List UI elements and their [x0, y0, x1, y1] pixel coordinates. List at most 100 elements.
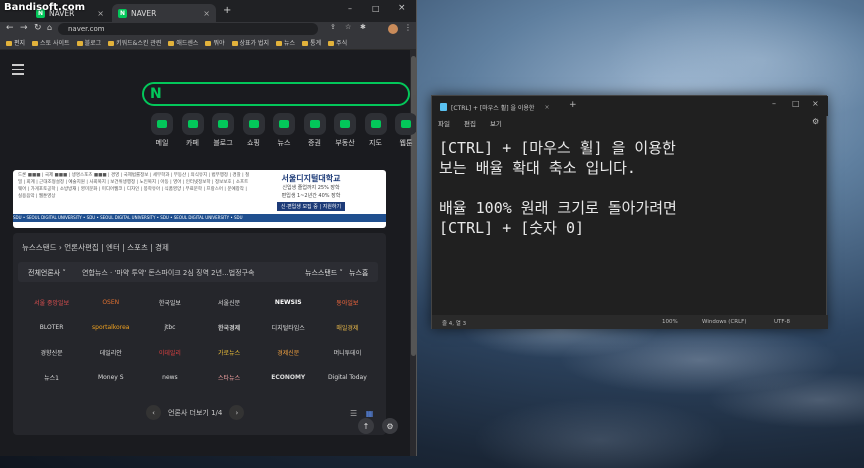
bookmark-item[interactable]: 주식 — [328, 38, 347, 47]
close-icon[interactable]: × — [203, 9, 210, 18]
ad-line-2: 편입생 1~2년간 40% 장학 — [281, 193, 341, 199]
settings-icon[interactable]: ⚙ — [812, 117, 819, 126]
press-logo[interactable]: 서울 중앙일보 — [22, 290, 81, 315]
naver-logo[interactable]: N — [150, 86, 162, 102]
menu-item[interactable]: 보기 — [490, 118, 502, 128]
star-icon[interactable]: ☆ — [345, 23, 351, 31]
press-logo[interactable]: 경향신문 — [22, 340, 81, 365]
bookmark-item[interactable]: 편지 — [6, 38, 25, 47]
home-icon[interactable]: ⌂ — [47, 23, 52, 32]
headline-link[interactable]: 연합뉴스 · '마약 투약' 돈스파이크 2심 징역 2년...법정구속 — [82, 268, 297, 278]
tab-naver-2[interactable]: N NAVER × — [112, 4, 216, 22]
press-logo[interactable]: 한국경제 — [200, 315, 259, 340]
minimize-icon[interactable]: – — [348, 4, 352, 13]
grid-view-icon[interactable]: ▦ — [366, 409, 374, 418]
service-item[interactable]: 뉴스 — [270, 113, 298, 148]
bookmark-item[interactable]: 블로그 — [77, 38, 102, 47]
service-item[interactable]: 블로그 — [209, 113, 237, 148]
press-logo[interactable]: BLOTER — [22, 315, 81, 340]
press-logo[interactable]: NEWSIS — [259, 290, 318, 315]
hamburger-menu-icon[interactable] — [12, 64, 24, 78]
ad-promo: 서울디지털대학교 신입생 졸업까지 25% 장학 편입생 1~2년간 40% 장… — [262, 173, 360, 211]
bookmark-item[interactable]: 뉴스 — [276, 38, 295, 47]
pager-label[interactable]: 언론사 더보기 1/4 — [168, 408, 222, 418]
press-logo[interactable]: 데일리안 — [81, 340, 140, 365]
bookmark-item[interactable]: 애드센스 — [168, 38, 198, 47]
press-logo[interactable]: 스타뉴스 — [200, 365, 259, 390]
new-tab-button[interactable]: + — [569, 100, 577, 110]
newshome-link[interactable]: 뉴스홈 — [349, 268, 368, 278]
menu-icon[interactable]: ⋮ — [404, 23, 412, 32]
press-logo[interactable]: Money S — [81, 365, 140, 390]
scroll-top-icon[interactable]: ↑ — [358, 418, 374, 434]
menu-item[interactable]: 편집 — [464, 118, 476, 128]
service-label: 웹툰 — [399, 139, 413, 147]
press-logo[interactable]: 매일경제 — [318, 315, 377, 340]
back-icon[interactable]: ← — [6, 23, 14, 33]
maximize-icon[interactable]: □ — [792, 99, 800, 108]
menu-item[interactable]: 파일 — [438, 118, 450, 128]
bookmark-item[interactable]: 뭐야 — [205, 38, 224, 47]
bookmark-item[interactable]: 스토 사이트 — [32, 38, 70, 47]
search-input[interactable] — [142, 82, 410, 106]
watermark: Bandisoft.com — [4, 2, 86, 13]
newsstand-dropdown[interactable]: 뉴스스탠드 ˅ — [305, 268, 343, 278]
service-item[interactable]: 웹툰 — [392, 113, 416, 148]
view-toggle: ☰ ▦ — [350, 409, 373, 418]
service-item[interactable]: 메일 — [148, 113, 176, 148]
notepad-text-area[interactable]: [CTRL] + [마우스 휠] 을 이용한 보는 배율 확대 축소 입니다. … — [439, 138, 823, 238]
line-ending: Windows (CRLF) — [702, 319, 747, 325]
close-icon[interactable]: × — [544, 104, 549, 111]
press-logo[interactable]: 머니투데이 — [318, 340, 377, 365]
service-icon — [395, 113, 416, 135]
all-press-dropdown[interactable]: 전체언론사 ˅ — [28, 268, 66, 278]
press-logo[interactable]: jtbc — [140, 315, 199, 340]
scrollbar-thumb[interactable] — [411, 56, 416, 356]
service-item[interactable]: 부동산 — [331, 113, 359, 148]
service-item[interactable]: 증권 — [301, 113, 329, 148]
address-bar[interactable]: naver.com — [58, 23, 318, 35]
bookmark-item[interactable]: 키워드&스킨 관련 — [108, 38, 161, 47]
close-window-icon[interactable]: × — [398, 3, 406, 13]
minimize-icon[interactable]: – — [772, 99, 776, 108]
reload-icon[interactable]: ↻ — [34, 23, 42, 33]
service-label: 증권 — [308, 139, 321, 147]
press-logo[interactable]: 뉴스1 — [22, 365, 81, 390]
settings-icon[interactable]: ⚙ — [382, 418, 398, 434]
press-logo[interactable]: ECONOMY — [259, 365, 318, 390]
service-item[interactable]: 지도 — [362, 113, 390, 148]
press-logo[interactable]: 디지털타임스 — [259, 315, 318, 340]
bookmark-item[interactable]: 통계 — [302, 38, 321, 47]
cursor-position: 줄 4, 열 3 — [442, 321, 467, 327]
press-logo[interactable]: OSEN — [81, 290, 140, 315]
extensions-icon[interactable]: ✱ — [360, 23, 366, 31]
url-text: naver.com — [68, 25, 105, 33]
press-logo[interactable]: Digital Today — [318, 365, 377, 390]
close-icon[interactable]: × — [97, 9, 104, 18]
service-label: 메일 — [155, 139, 169, 147]
service-label: 부동산 — [335, 139, 355, 147]
press-logo[interactable]: 이데일리 — [140, 340, 199, 365]
close-window-icon[interactable]: × — [812, 99, 819, 108]
newsstand-header[interactable]: 뉴스스탠드 › 언론사편집 | 엔터 | 스포츠 | 경제 — [22, 242, 169, 253]
service-item[interactable]: 쇼핑 — [240, 113, 268, 148]
next-page-button[interactable]: › — [229, 405, 245, 420]
bookmark-item[interactable]: 상표가 법지 — [232, 38, 270, 47]
share-icon[interactable]: ⇪ — [330, 23, 336, 31]
press-logo[interactable]: 경제신문 — [259, 340, 318, 365]
notepad-tab[interactable]: [CTRL] + [마우스 휠] 을 이용한 × — [440, 100, 560, 114]
maximize-icon[interactable]: □ — [372, 4, 380, 13]
press-logo[interactable]: 한국일보 — [140, 290, 199, 315]
press-logo[interactable]: 동아일보 — [318, 290, 377, 315]
new-tab-button[interactable]: + — [223, 5, 231, 16]
ad-apply-button[interactable]: 신·편입생 모집 중 | 지원하기 — [276, 202, 346, 211]
list-view-icon[interactable]: ☰ — [350, 409, 357, 418]
press-logo[interactable]: 서울신문 — [200, 290, 259, 315]
press-logo[interactable]: sportalkorea — [81, 315, 140, 340]
avatar[interactable] — [388, 24, 398, 34]
prev-page-button[interactable]: ‹ — [146, 405, 161, 420]
press-logo[interactable]: 가로뉴스 — [200, 340, 259, 365]
forward-icon[interactable]: → — [20, 23, 28, 33]
press-logo[interactable]: news — [140, 365, 199, 390]
service-item[interactable]: 카페 — [179, 113, 207, 148]
